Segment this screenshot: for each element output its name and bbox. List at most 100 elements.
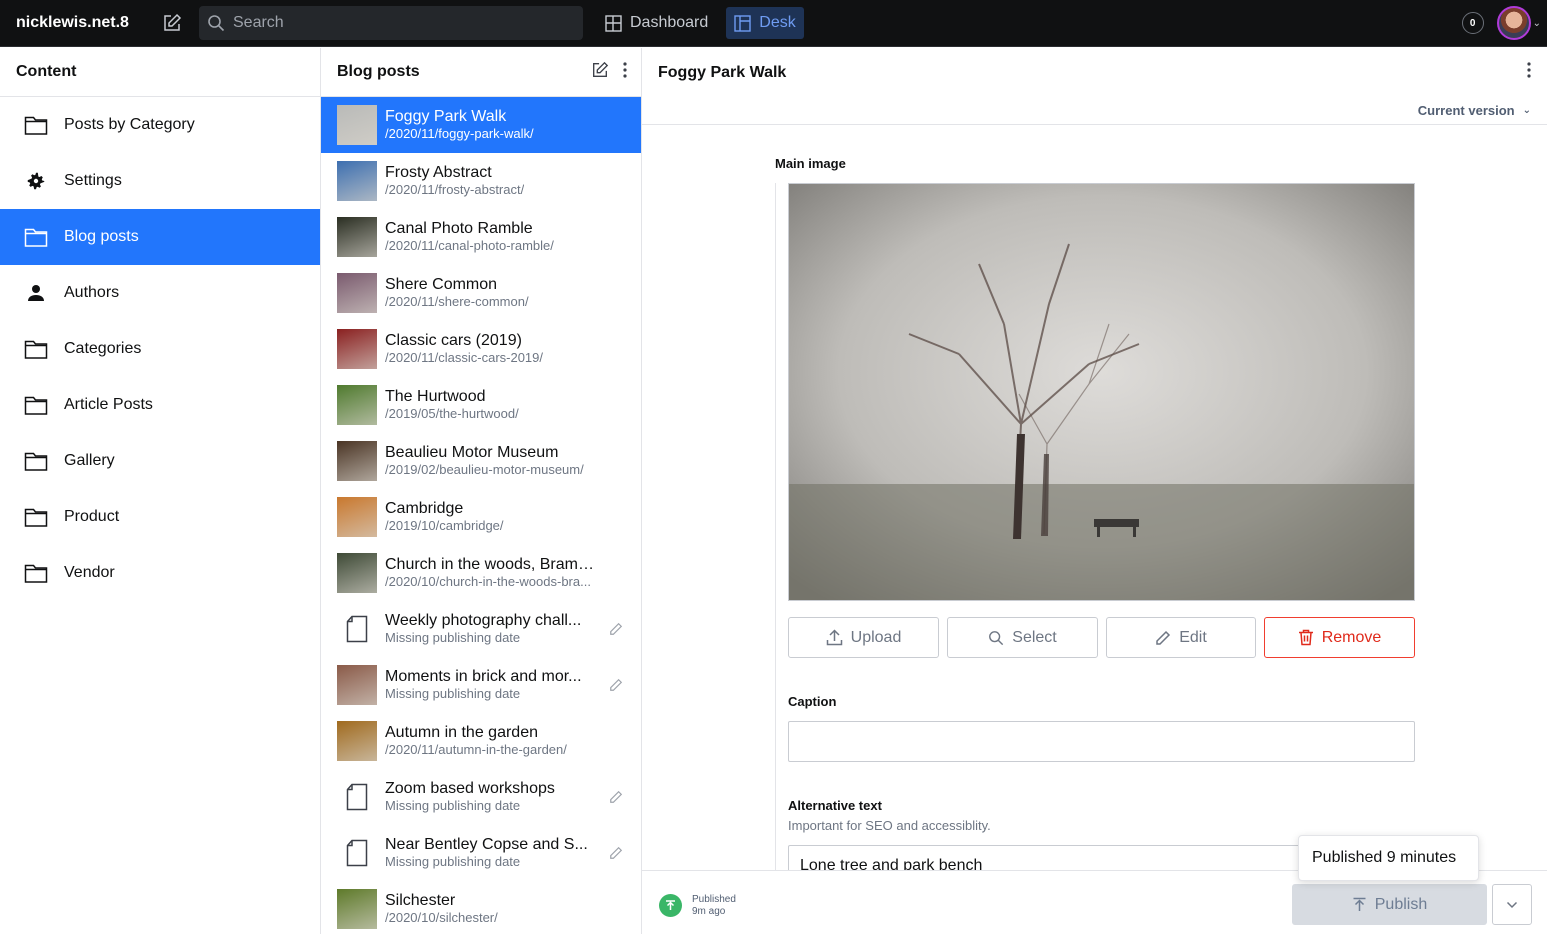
sidebar-item-posts-by-category[interactable]: Posts by Category — [0, 97, 320, 153]
list-item[interactable]: Zoom based workshopsMissing publishing d… — [321, 769, 641, 825]
notification-badge[interactable]: 0 — [1462, 12, 1484, 34]
sidebar-item-label: Product — [64, 508, 119, 526]
tab-desk[interactable]: Desk — [726, 7, 803, 39]
version-selector[interactable]: Current version ⌄ — [642, 97, 1547, 125]
sidebar-item-vendor[interactable]: Vendor — [0, 545, 320, 601]
upload-button[interactable]: Upload — [788, 617, 939, 658]
more-options-icon[interactable] — [623, 62, 627, 83]
edit-button[interactable]: Edit — [1106, 617, 1256, 658]
post-subtitle: /2020/10/silchester/ — [385, 910, 498, 926]
draft-pencil-icon — [609, 846, 623, 865]
alt-text-label: Alternative text — [788, 798, 882, 813]
select-button[interactable]: Select — [947, 617, 1098, 658]
publish-icon — [1352, 897, 1367, 912]
remove-button[interactable]: Remove — [1264, 617, 1415, 658]
post-title: Near Bentley Copse and S... — [385, 836, 588, 854]
publish-tooltip: Published 9 minutes — [1298, 835, 1479, 881]
post-subtitle: /2020/11/foggy-park-walk/ — [385, 126, 534, 142]
post-subtitle: /2020/11/classic-cars-2019/ — [385, 350, 543, 366]
main-image[interactable] — [788, 183, 1415, 601]
content-pane: Content Posts by CategorySettingsBlog po… — [0, 48, 321, 934]
search-placeholder: Search — [233, 14, 284, 32]
list-item[interactable]: The Hurtwood/2019/05/the-hurtwood/ — [321, 377, 641, 433]
publish-status[interactable]: Published 9m ago — [692, 894, 736, 918]
post-thumbnail — [337, 665, 377, 705]
list-item[interactable]: Near Bentley Copse and S...Missing publi… — [321, 825, 641, 881]
folder-icon — [24, 505, 48, 529]
search-input[interactable]: Search — [199, 6, 583, 40]
gear-icon — [24, 169, 48, 193]
post-subtitle: Missing publishing date — [385, 686, 582, 702]
publish-menu-button[interactable] — [1492, 884, 1532, 925]
sidebar-item-label: Authors — [64, 284, 119, 302]
list-item[interactable]: Silchester/2020/10/silchester/ — [321, 881, 641, 937]
search-icon — [207, 14, 225, 32]
list-item[interactable]: Shere Common/2020/11/shere-common/ — [321, 265, 641, 321]
post-subtitle: Missing publishing date — [385, 798, 555, 814]
list-item[interactable]: Foggy Park Walk/2020/11/foggy-park-walk/ — [321, 97, 641, 153]
publish-status-title: Published — [692, 894, 736, 906]
list-item[interactable]: Frosty Abstract/2020/11/frosty-abstract/ — [321, 153, 641, 209]
create-document-icon[interactable] — [591, 61, 609, 84]
post-thumbnail — [337, 105, 377, 145]
list-item[interactable]: Canal Photo Ramble/2020/11/canal-photo-r… — [321, 209, 641, 265]
post-thumbnail — [337, 329, 377, 369]
chevron-down-icon — [1506, 901, 1518, 909]
blog-posts-pane: Blog posts Foggy Park Walk/2020/11/foggy… — [321, 48, 642, 934]
list-item[interactable]: Beaulieu Motor Museum/2019/02/beaulieu-m… — [321, 433, 641, 489]
folder-icon — [24, 449, 48, 473]
sidebar-item-article-posts[interactable]: Article Posts — [0, 377, 320, 433]
post-title: Moments in brick and mor... — [385, 668, 582, 686]
post-title: Classic cars (2019) — [385, 332, 543, 350]
post-title: Cambridge — [385, 500, 504, 518]
list-item[interactable]: Classic cars (2019)/2020/11/classic-cars… — [321, 321, 641, 377]
chevron-down-icon[interactable]: ⌄ — [1533, 18, 1541, 29]
sidebar-item-authors[interactable]: Authors — [0, 265, 320, 321]
sidebar-item-product[interactable]: Product — [0, 489, 320, 545]
list-item[interactable]: Church in the woods, Bramdean/2020/10/ch… — [321, 545, 641, 601]
publish-button[interactable]: Publish — [1292, 884, 1487, 925]
post-thumbnail — [337, 553, 377, 593]
sidebar-item-blog-posts[interactable]: Blog posts — [0, 209, 320, 265]
publish-label: Publish — [1375, 896, 1427, 914]
dashboard-icon — [605, 15, 622, 32]
post-title: The Hurtwood — [385, 388, 519, 406]
folder-icon — [24, 337, 48, 361]
sidebar-item-settings[interactable]: Settings — [0, 153, 320, 209]
sidebar-item-gallery[interactable]: Gallery — [0, 433, 320, 489]
avatar[interactable] — [1497, 6, 1531, 40]
post-title: Church in the woods, Bramdean — [385, 556, 595, 574]
post-thumbnail — [337, 217, 377, 257]
list-item[interactable]: Autumn in the garden/2020/11/autumn-in-t… — [321, 713, 641, 769]
post-title: Autumn in the garden — [385, 724, 567, 742]
post-thumbnail — [337, 385, 377, 425]
remove-label: Remove — [1322, 629, 1382, 647]
list-item[interactable]: Cambridge/2019/10/cambridge/ — [321, 489, 641, 545]
upload-icon — [826, 629, 843, 646]
chevron-down-icon: ⌄ — [1523, 105, 1531, 116]
compose-icon[interactable] — [160, 11, 184, 35]
post-subtitle: /2019/10/cambridge/ — [385, 518, 504, 534]
list-item[interactable]: Moments in brick and mor...Missing publi… — [321, 657, 641, 713]
user-icon — [24, 281, 48, 305]
trash-icon — [1298, 629, 1314, 646]
list-item[interactable]: Weekly photography chall...Missing publi… — [321, 601, 641, 657]
draft-pencil-icon — [609, 678, 623, 697]
tab-dashboard-label: Dashboard — [630, 14, 708, 32]
sidebar-item-label: Categories — [64, 340, 141, 358]
folder-icon — [24, 393, 48, 417]
caption-field[interactable] — [788, 721, 1415, 762]
post-title: Weekly photography chall... — [385, 612, 581, 630]
select-label: Select — [1012, 629, 1056, 647]
published-status-icon — [659, 894, 682, 917]
tab-dashboard[interactable]: Dashboard — [597, 7, 716, 39]
brand-logo[interactable]: nicklewis.net.8 — [16, 14, 150, 32]
post-title: Shere Common — [385, 276, 529, 294]
post-title: Frosty Abstract — [385, 164, 524, 182]
post-subtitle: /2019/02/beaulieu-motor-museum/ — [385, 462, 584, 478]
sidebar-item-label: Gallery — [64, 452, 115, 470]
sidebar-item-label: Vendor — [64, 564, 115, 582]
document-menu-icon[interactable] — [1527, 62, 1531, 83]
sidebar-item-categories[interactable]: Categories — [0, 321, 320, 377]
search-icon — [988, 630, 1004, 646]
